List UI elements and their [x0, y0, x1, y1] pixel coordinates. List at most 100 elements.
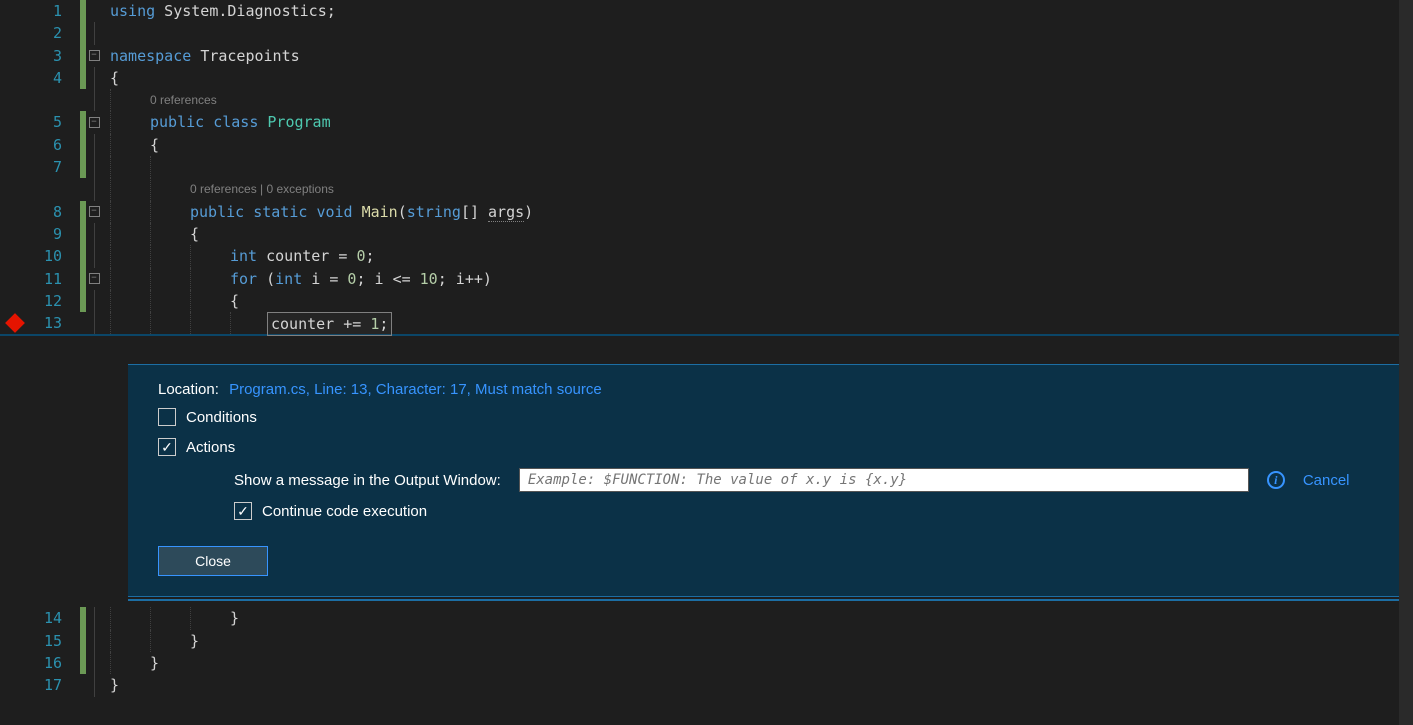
outline-column[interactable] — [86, 67, 102, 89]
collapse-toggle-icon[interactable]: − — [89, 50, 100, 61]
code-line[interactable]: 5− public class Program — [0, 111, 1413, 133]
code-line[interactable]: 8−public static void Main(string[] args) — [0, 201, 1413, 223]
continue-execution-checkbox[interactable] — [234, 502, 252, 520]
code-line[interactable]: 3−namespace Tracepoints — [0, 45, 1413, 67]
code-line[interactable]: 1using System.Diagnostics; — [0, 0, 1413, 22]
code-line[interactable]: 13counter += 1; — [0, 312, 1413, 334]
outline-column[interactable]: − — [86, 201, 102, 223]
code-content[interactable]: { — [150, 134, 159, 156]
outline-column[interactable] — [86, 0, 102, 22]
collapse-toggle-icon[interactable]: − — [89, 273, 100, 284]
outline-column[interactable] — [86, 178, 102, 200]
cancel-link[interactable]: Cancel — [1303, 472, 1350, 489]
code-line[interactable]: 14} — [0, 607, 1413, 629]
line-number: 12 — [30, 290, 80, 312]
glyph-margin[interactable] — [0, 652, 30, 674]
glyph-margin[interactable] — [0, 134, 30, 156]
outline-column[interactable] — [86, 156, 102, 178]
code-content[interactable]: } — [150, 652, 159, 674]
code-line[interactable]: 15} — [0, 630, 1413, 652]
code-content[interactable]: public static void Main(string[] args) — [190, 201, 533, 223]
code-content[interactable]: } — [110, 674, 119, 696]
glyph-margin[interactable] — [0, 178, 30, 200]
glyph-margin[interactable] — [0, 312, 30, 334]
glyph-margin[interactable] — [0, 201, 30, 223]
glyph-margin[interactable] — [0, 245, 30, 267]
code-content[interactable]: for (int i = 0; i <= 10; i++) — [230, 268, 492, 290]
codelens-text[interactable]: 0 references — [150, 89, 217, 111]
glyph-margin[interactable] — [0, 630, 30, 652]
glyph-margin[interactable] — [0, 674, 30, 696]
code-content[interactable]: { — [230, 290, 239, 312]
glyph-margin[interactable] — [0, 22, 30, 44]
glyph-margin[interactable] — [0, 45, 30, 67]
glyph-margin[interactable] — [0, 223, 30, 245]
line-number: 14 — [30, 607, 80, 629]
code-line[interactable]: 17} — [0, 674, 1413, 696]
code-line[interactable]: 4{ — [0, 67, 1413, 89]
codelens-text[interactable]: 0 references | 0 exceptions — [190, 178, 334, 200]
breakpoint-settings-panel: Location: Program.cs, Line: 13, Characte… — [128, 364, 1413, 597]
glyph-margin[interactable] — [0, 156, 30, 178]
outline-column[interactable] — [86, 89, 102, 111]
code-content[interactable]: int counter = 0; — [230, 245, 375, 267]
outline-column[interactable] — [86, 290, 102, 312]
outline-column[interactable] — [86, 22, 102, 44]
code-line[interactable]: 9{ — [0, 223, 1413, 245]
glyph-margin[interactable] — [0, 67, 30, 89]
code-line[interactable]: 16} — [0, 652, 1413, 674]
glyph-margin[interactable] — [0, 268, 30, 290]
code-editor-continued[interactable]: 14}15}16}17} — [0, 607, 1413, 696]
actions-checkbox[interactable] — [158, 438, 176, 456]
conditions-checkbox[interactable] — [158, 408, 176, 426]
location-link[interactable]: Program.cs, Line: 13, Character: 17, Mus… — [229, 381, 602, 398]
outline-column[interactable] — [86, 312, 102, 334]
code-line[interactable]: 12 { — [0, 290, 1413, 312]
output-message-input[interactable] — [519, 468, 1249, 492]
collapse-toggle-icon[interactable]: − — [89, 117, 100, 128]
glyph-margin[interactable] — [0, 89, 30, 111]
tracepoint-icon[interactable] — [5, 313, 25, 333]
code-content[interactable]: { — [110, 67, 119, 89]
outline-column[interactable]: − — [86, 268, 102, 290]
line-number: 5 — [30, 111, 80, 133]
outline-column[interactable] — [86, 607, 102, 629]
collapse-toggle-icon[interactable]: − — [89, 206, 100, 217]
line-number: 7 — [30, 156, 80, 178]
glyph-margin[interactable] — [0, 0, 30, 22]
glyph-margin[interactable] — [0, 111, 30, 133]
glyph-margin[interactable] — [0, 290, 30, 312]
code-line[interactable]: 2 — [0, 22, 1413, 44]
code-content[interactable]: } — [230, 607, 239, 629]
code-line[interactable]: 0 references | 0 exceptions — [0, 178, 1413, 200]
code-content[interactable]: namespace Tracepoints — [110, 45, 300, 67]
code-line[interactable]: 7 — [0, 156, 1413, 178]
outline-column[interactable] — [86, 674, 102, 696]
code-line[interactable]: 6{ — [0, 134, 1413, 156]
info-icon[interactable]: i — [1267, 471, 1285, 489]
code-content[interactable]: public class Program — [150, 111, 331, 133]
outline-column[interactable] — [86, 652, 102, 674]
code-line[interactable]: 11−for (int i = 0; i <= 10; i++) — [0, 268, 1413, 290]
code-editor[interactable]: 1using System.Diagnostics;23−namespace T… — [0, 0, 1413, 334]
line-number: 9 — [30, 223, 80, 245]
code-content[interactable]: { — [190, 223, 199, 245]
outline-column[interactable] — [86, 630, 102, 652]
code-line[interactable]: 0 references — [0, 89, 1413, 111]
output-message-label: Show a message in the Output Window: — [234, 472, 501, 489]
outline-column[interactable] — [86, 245, 102, 267]
outline-column[interactable] — [86, 223, 102, 245]
code-content[interactable]: counter += 1; — [270, 312, 392, 336]
vertical-scrollbar[interactable] — [1399, 0, 1413, 725]
outline-column[interactable]: − — [86, 45, 102, 67]
outline-column[interactable] — [86, 134, 102, 156]
glyph-margin[interactable] — [0, 607, 30, 629]
close-button[interactable]: Close — [158, 546, 268, 576]
line-number: 16 — [30, 652, 80, 674]
code-content[interactable]: using System.Diagnostics; — [110, 0, 336, 22]
outline-column[interactable]: − — [86, 111, 102, 133]
location-label: Location: — [158, 381, 219, 398]
continue-execution-label: Continue code execution — [262, 503, 427, 520]
code-line[interactable]: 10int counter = 0; — [0, 245, 1413, 267]
code-content[interactable]: } — [190, 630, 199, 652]
